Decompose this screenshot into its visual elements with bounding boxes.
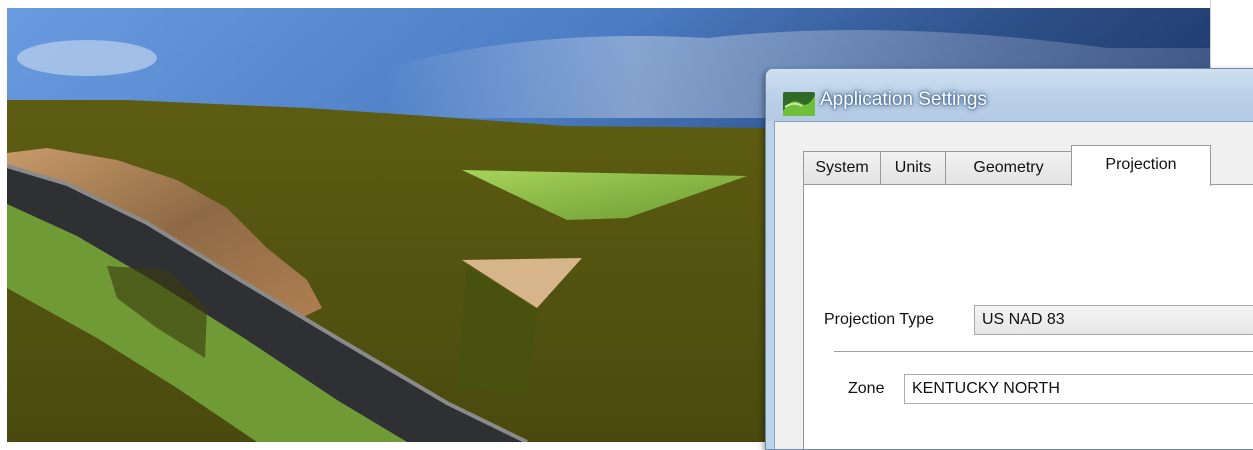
projection-type-label: Projection Type bbox=[824, 311, 934, 328]
zone-field[interactable]: KENTUCKY NORTH bbox=[904, 374, 1253, 404]
tab-geometry[interactable]: Geometry bbox=[945, 151, 1072, 184]
dialog-body: System Units Geometry Projection Project… bbox=[774, 121, 1253, 449]
settings-tabs: System Units Geometry Projection bbox=[803, 145, 1253, 186]
tab-projection[interactable]: Projection bbox=[1071, 145, 1211, 186]
dialog-titlebar[interactable]: Application Settings bbox=[766, 69, 1253, 121]
zone-label: Zone bbox=[848, 380, 885, 397]
terrain-app-icon bbox=[783, 92, 815, 116]
separator bbox=[834, 351, 1253, 353]
cloud bbox=[17, 40, 157, 76]
dialog-title: Application Settings bbox=[820, 89, 987, 110]
projection-panel: Projection Type US NAD 83 Zone KENTUCKY … bbox=[803, 184, 1253, 449]
tab-units[interactable]: Units bbox=[880, 151, 946, 184]
application-settings-dialog: Application Settings System Units Geomet… bbox=[765, 68, 1253, 450]
tab-system[interactable]: System bbox=[803, 151, 881, 184]
projection-type-select[interactable]: US NAD 83 bbox=[974, 305, 1253, 335]
